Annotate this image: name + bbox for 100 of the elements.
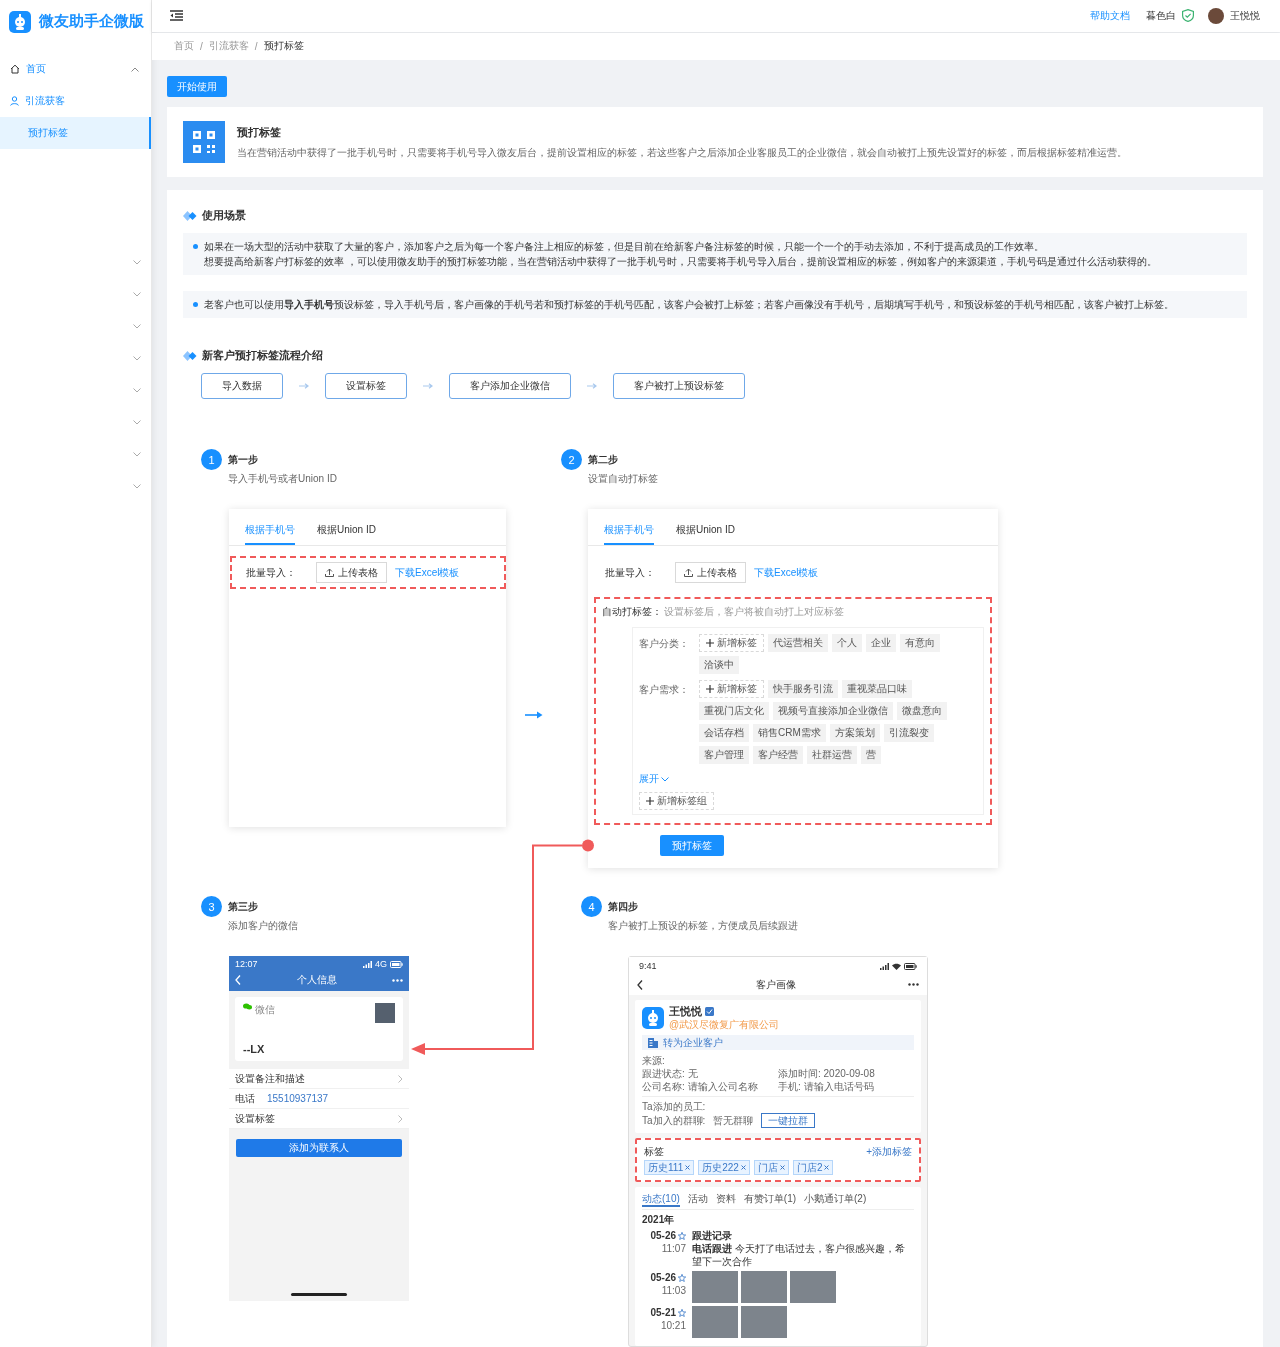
star-icon [678, 1308, 686, 1317]
upload-button[interactable]: 上传表格 [675, 562, 746, 583]
tag-group-label: 客户分类： [639, 637, 690, 651]
download-link[interactable]: 下载Excel模板 [395, 565, 460, 580]
field-label: 自动打标签： [602, 605, 662, 619]
chevron-down-icon[interactable] [133, 355, 141, 361]
help-link[interactable]: 帮助文档 [1090, 8, 1130, 23]
chevron-down-icon[interactable] [133, 291, 141, 297]
tab[interactable]: 根据Union ID [676, 519, 735, 545]
menu-icon[interactable] [170, 10, 183, 22]
theme-label[interactable]: 暮色白 [1146, 8, 1176, 23]
tag-chip: 个人 [832, 634, 862, 652]
tab[interactable]: 根据手机号 [604, 519, 654, 545]
tag-chip: 营 [861, 746, 881, 764]
arrow-right-icon [423, 383, 433, 389]
section-title: 新客户预打标签流程介绍 [202, 348, 323, 363]
bullet-dot-icon [193, 302, 198, 307]
breadcrumb-item[interactable]: 引流获客 [208, 39, 249, 54]
breadcrumb-item[interactable]: 首页 [174, 39, 194, 54]
info-text: 添加时间: 2020-09-08 [778, 1067, 876, 1080]
year-label: 2021年 [642, 1213, 676, 1226]
more-icon[interactable] [908, 983, 919, 986]
step-subtitle: 设置自动打标签 [588, 472, 658, 486]
menu-item[interactable]: 引流获客 [0, 85, 151, 117]
flow-step: 设置标签 [325, 373, 407, 399]
plus-icon [706, 639, 714, 647]
list-row[interactable]: 设置标签 [229, 1109, 409, 1129]
info-text: 公司名称: 请输入公司名称 [642, 1080, 759, 1093]
submit-button[interactable]: 预打标签 [660, 835, 724, 856]
add-tag-button[interactable]: 新增标签 [699, 634, 764, 652]
step-subtitle: 客户被打上预设的标签，方便成员后续跟进 [608, 919, 798, 933]
tag-chip[interactable]: 历史111 [644, 1160, 695, 1175]
shield-check-icon [1182, 9, 1194, 23]
pull-group-button[interactable]: 一键拉群 [761, 1113, 816, 1128]
chevron-down-icon[interactable] [133, 323, 141, 329]
upload-icon [684, 568, 693, 577]
user-name[interactable]: 王悦悦 [1230, 8, 1260, 23]
entry-time: 10:21 [659, 1319, 686, 1332]
plus-icon [646, 797, 654, 805]
section-title: 使用场景 [202, 208, 246, 223]
start-button[interactable]: 开始使用 [167, 76, 227, 97]
tab[interactable]: 有赞订单(1) [743, 1192, 797, 1207]
upload-button[interactable]: 上传表格 [316, 562, 387, 583]
tag-chip: 客户经营 [753, 746, 803, 764]
chevron-down-icon[interactable] [133, 451, 141, 457]
chevron-down-icon[interactable] [133, 259, 141, 265]
note-text: 如果在一场大型的活动中获取了大量的客户，添加客户之后为每一个客户备注上相应的标签，但是目前在给新客户备注标签的时候，只能一个一个的手动去添加，不利于提高成员的工作效率。 [204, 240, 1045, 254]
step-number: 1 [201, 449, 222, 470]
tab[interactable]: 动态(10) [642, 1192, 680, 1207]
list-row[interactable]: 电话 15510937137 [229, 1089, 409, 1109]
tag-chip: 重视菜品口味 [842, 680, 912, 698]
entry-time: 11:07 [660, 1242, 686, 1255]
arrow-right-icon [299, 383, 309, 389]
battery-icon [904, 963, 917, 970]
home-icon [10, 64, 20, 74]
info-text: 手机: 请输入电话号码 [778, 1080, 875, 1093]
menu-item[interactable]: 首页 [0, 53, 151, 85]
expand-link[interactable]: 展开 [639, 772, 669, 786]
entry-title: 跟进记录 [692, 1229, 733, 1242]
entry-date: 05-26 [650, 1229, 676, 1242]
menu-item[interactable]: 预打标签 [0, 117, 151, 149]
info-text: Ta加入的群聊: [642, 1114, 706, 1127]
info-text: Ta添加的员工: [642, 1100, 707, 1113]
add-tag-button[interactable]: 新增标签 [699, 680, 764, 698]
tag-chip[interactable]: 门店2 [792, 1160, 834, 1175]
info-text: 跟进状态: 无 [642, 1067, 699, 1080]
download-link[interactable]: 下载Excel模板 [754, 565, 819, 580]
convert-button[interactable]: 转为企业客户 [642, 1035, 914, 1050]
back-icon[interactable] [637, 979, 643, 990]
status-time: 9:41 [639, 960, 657, 973]
tag-chip: 方案策划 [829, 724, 880, 742]
tab[interactable]: 小鹅通订单(2) [804, 1192, 867, 1207]
wifi-icon [892, 963, 901, 970]
close-icon [740, 1165, 746, 1170]
home-indicator [291, 1293, 347, 1296]
tag-chip[interactable]: 历史222 [698, 1160, 750, 1175]
verified-icon [705, 1007, 714, 1016]
tag-chip: 销售CRM需求 [753, 724, 826, 742]
tag-chip[interactable]: 门店 [753, 1160, 789, 1175]
chevron-down-icon[interactable] [133, 419, 141, 425]
close-icon [685, 1165, 691, 1170]
signal-icon [363, 960, 372, 968]
chevron-down-icon[interactable] [133, 483, 141, 489]
tag-chip: 洽谈中 [699, 656, 739, 674]
photo-placeholder [375, 1003, 395, 1023]
source-label: 微信 [255, 1003, 275, 1017]
row-label: 设置标签 [235, 1111, 275, 1126]
chevron-down-icon[interactable] [133, 387, 141, 393]
tag-chip: 微盘意向 [897, 702, 947, 720]
tab[interactable]: 资料 [715, 1192, 736, 1207]
add-contact-button[interactable]: 添加为联系人 [236, 1139, 402, 1157]
add-tag-group-button[interactable]: 新增标签组 [639, 792, 714, 810]
list-row[interactable]: 设置备注和描述 [229, 1069, 409, 1089]
row-label: 设置备注和描述 [235, 1071, 305, 1086]
tag-chip: 客户管理 [699, 746, 749, 764]
tab[interactable]: 活动 [687, 1192, 708, 1207]
add-tag-link[interactable]: +添加标签 [866, 1145, 912, 1158]
photo-placeholder [692, 1306, 738, 1338]
tab[interactable]: 根据手机号 [245, 519, 295, 545]
tab[interactable]: 根据Union ID [317, 519, 376, 545]
